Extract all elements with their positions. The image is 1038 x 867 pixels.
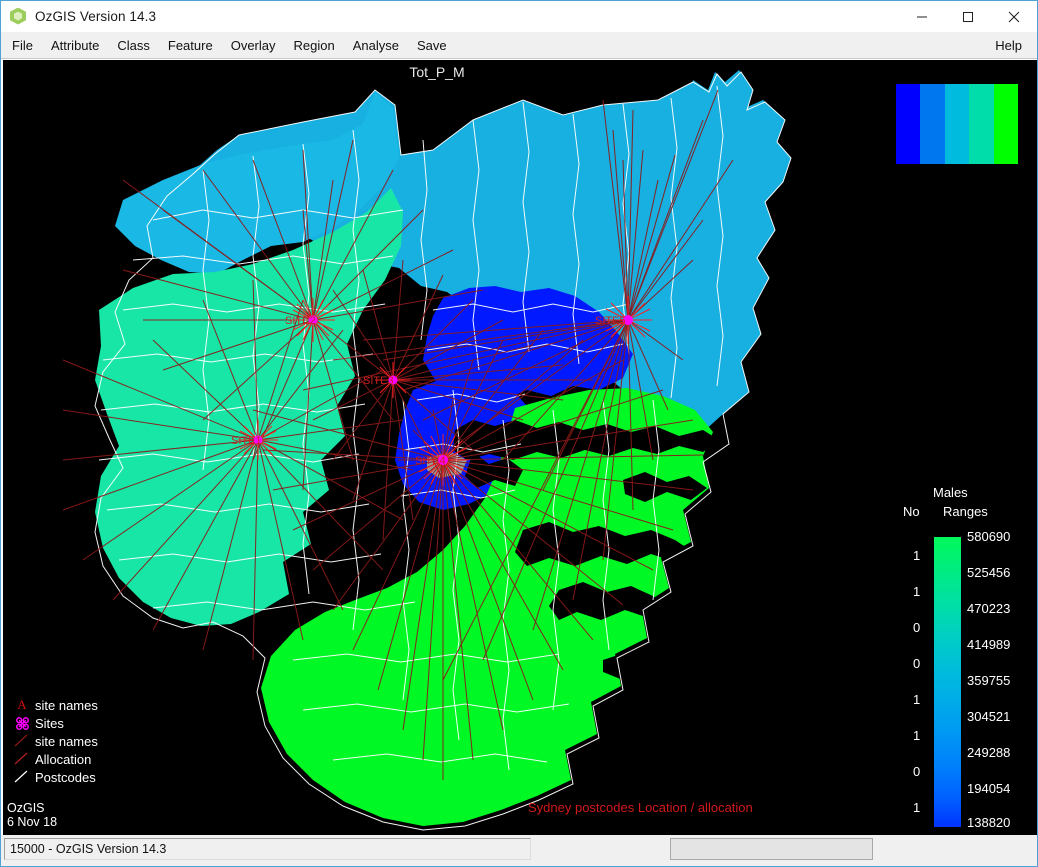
menu-item-attribute[interactable]: Attribute <box>42 35 108 56</box>
legend-label-3: Allocation <box>35 751 92 767</box>
status-progress-field[interactable] <box>670 838 873 860</box>
map-canvas[interactable]: SITE2 SITE1 SITE3 SITE4 SITE5 Tot_P_M A <box>3 60 1037 835</box>
value-legend-count-6: 0 <box>913 764 921 779</box>
window-controls <box>899 1 1037 32</box>
legend-row-postcodes: Postcodes <box>9 768 239 786</box>
legend-row-site-names-text: A site names <box>9 696 239 714</box>
value-legend-title: Males <box>933 485 968 500</box>
value-legend-range-6: 249288 <box>967 745 1011 760</box>
status-bar: 15000 - OzGIS Version 14.3 <box>1 835 1037 866</box>
class-swatch-2 <box>920 84 945 164</box>
menu-item-region[interactable]: Region <box>285 35 344 56</box>
menu-bar: File Attribute Class Feature Overlay Reg… <box>1 32 1037 59</box>
value-legend-body: 580690 525456 470223 414989 359755 30452… <box>891 525 1031 830</box>
value-legend-count-2: 0 <box>913 620 921 635</box>
legend-label-2: site names <box>35 733 98 749</box>
sites-marker-icon <box>9 714 35 732</box>
site-label-site2: SITE2 <box>285 315 316 327</box>
legend-label-0: site names <box>35 697 98 713</box>
menu-item-file[interactable]: File <box>3 35 42 56</box>
map-stamp: OzGIS 6 Nov 18 <box>7 801 58 829</box>
line-darkred-icon <box>9 732 35 750</box>
map-caption: Sydney postcodes Location / allocation <box>528 800 753 815</box>
line-red-icon <box>9 750 35 768</box>
line-white-icon <box>9 768 35 786</box>
minimize-button[interactable] <box>899 1 945 32</box>
title-bar: OzGIS Version 14.3 <box>1 1 1037 32</box>
close-button[interactable] <box>991 1 1037 32</box>
ozgis-application-window: OzGIS Version 14.3 File Attribute Class … <box>0 0 1038 867</box>
class-swatch-3 <box>944 84 970 164</box>
class-swatch-1 <box>896 84 921 164</box>
value-legend: Males No Ranges 580690 525456 470223 414… <box>891 485 1031 830</box>
value-legend-range-0: 580690 <box>967 529 1011 544</box>
maximize-button[interactable] <box>945 1 991 32</box>
menu-item-save[interactable]: Save <box>408 35 456 56</box>
legend-row-sites: Sites <box>9 714 239 732</box>
legend-row-site-names-line: site names <box>9 732 239 750</box>
site-label-site3: SITE3 <box>363 375 394 387</box>
menu-item-class[interactable]: Class <box>108 35 159 56</box>
ozgis-hex-icon <box>9 7 27 26</box>
value-legend-range-3: 414989 <box>967 637 1011 652</box>
menu-item-overlay[interactable]: Overlay <box>222 35 285 56</box>
maximize-icon <box>963 11 973 22</box>
value-legend-col-ranges: Ranges <box>943 504 988 519</box>
value-legend-count-3: 0 <box>913 656 921 671</box>
menu-item-help[interactable]: Help <box>986 35 1031 56</box>
legend-label-4: Postcodes <box>35 769 96 785</box>
letter-a-icon: A <box>17 697 27 712</box>
close-icon <box>1008 11 1020 22</box>
value-legend-count-1: 1 <box>913 584 921 599</box>
menu-item-analyse[interactable]: Analyse <box>344 35 408 56</box>
value-legend-range-2: 470223 <box>967 601 1011 616</box>
value-legend-range-7: 194054 <box>967 781 1011 796</box>
site-label-site5: SITE5 <box>595 315 626 327</box>
legend-row-allocation: Allocation <box>9 750 239 768</box>
value-legend-count-5: 1 <box>913 728 921 743</box>
class-swatch-4 <box>969 84 994 164</box>
value-legend-colorbar <box>934 537 961 827</box>
value-legend-range-5: 304521 <box>967 709 1011 724</box>
site-label-site4: SITE4 <box>415 455 446 467</box>
class-swatch-strip <box>896 84 1019 164</box>
value-legend-count-7: 1 <box>913 800 921 815</box>
value-legend-range-8: 138820 <box>967 815 1011 830</box>
feature-legend: A site names Sites site names Allocation… <box>9 696 239 786</box>
class-swatch-5 <box>993 84 1019 164</box>
value-legend-count-4: 1 <box>913 692 921 707</box>
minimize-icon <box>917 16 927 17</box>
value-legend-header: Males No Ranges <box>891 485 1031 525</box>
site-label-site1: SITE1 <box>231 435 262 447</box>
menu-item-feature[interactable]: Feature <box>159 35 222 56</box>
legend-label-1: Sites <box>35 715 64 731</box>
value-legend-range-1: 525456 <box>967 565 1011 580</box>
status-message-field[interactable]: 15000 - OzGIS Version 14.3 <box>4 838 531 860</box>
value-legend-count-0: 1 <box>913 548 921 563</box>
value-legend-range-4: 359755 <box>967 673 1011 688</box>
value-legend-col-no: No <box>903 504 920 519</box>
window-title: OzGIS Version 14.3 <box>35 9 157 24</box>
